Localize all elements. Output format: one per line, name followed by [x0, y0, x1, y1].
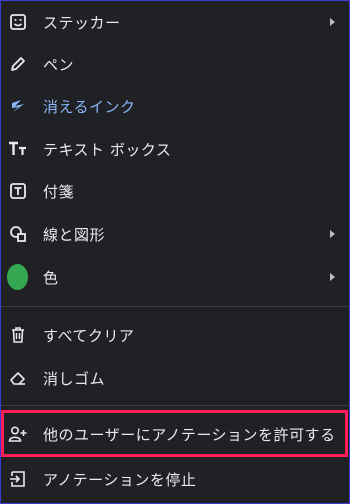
- exit-icon: [8, 469, 28, 489]
- menu-item-label: 他のユーザーにアノテーションを許可する: [43, 425, 336, 444]
- menu-item-stop-annotation[interactable]: アノテーションを停止: [1, 458, 349, 500]
- menu-item-lines-shapes[interactable]: 線と図形: [1, 213, 349, 255]
- annotation-menu: ステッカー ペン 消えるインク テキスト ボックス 付箋 線と図形 色 すべてク…: [0, 0, 350, 504]
- menu-item-clear-all[interactable]: すべてクリア: [1, 314, 349, 356]
- menu-item-pen[interactable]: ペン: [1, 43, 349, 85]
- pen-icon: [8, 54, 28, 74]
- menu-item-label: ペン: [43, 55, 75, 74]
- menu-item-label: 付箋: [43, 182, 75, 201]
- menu-item-allow-annotation[interactable]: 他のユーザーにアノテーションを許可する: [1, 413, 349, 455]
- menu-item-label: 消えるインク: [43, 97, 136, 116]
- menu-item-color[interactable]: 色: [1, 256, 349, 298]
- laser-icon: [8, 96, 28, 116]
- menu-item-eraser[interactable]: 消しゴム: [1, 357, 349, 399]
- menu-item-label: テキスト ボックス: [43, 140, 172, 159]
- shapes-icon: [8, 224, 28, 244]
- menu-divider: [1, 405, 349, 406]
- color-dot-icon: [7, 264, 28, 290]
- menu-item-label: 線と図形: [43, 225, 106, 244]
- trash-icon: [8, 325, 28, 345]
- menu-item-sticker[interactable]: ステッカー: [1, 1, 349, 43]
- menu-item-label: すべてクリア: [43, 326, 135, 345]
- chevron-right-icon: [330, 230, 335, 238]
- sticker-icon: [8, 12, 28, 32]
- chevron-right-icon: [330, 18, 335, 26]
- menu-item-sticky-note[interactable]: 付箋: [1, 170, 349, 212]
- menu-divider: [1, 306, 349, 307]
- menu-item-label: ステッカー: [43, 13, 121, 32]
- menu-item-label: アノテーションを停止: [43, 470, 197, 489]
- chevron-right-icon: [330, 273, 335, 281]
- sticky-note-icon: [8, 181, 28, 201]
- menu-item-label: 消しゴム: [43, 369, 106, 388]
- menu-item-disappearing-ink[interactable]: 消えるインク: [1, 85, 349, 127]
- menu-item-label: 色: [43, 268, 59, 287]
- add-person-icon: [8, 424, 28, 444]
- menu-item-text-box[interactable]: テキスト ボックス: [1, 128, 349, 170]
- text-icon: [8, 139, 28, 159]
- eraser-icon: [8, 368, 28, 388]
- color-swatch: [7, 264, 28, 290]
